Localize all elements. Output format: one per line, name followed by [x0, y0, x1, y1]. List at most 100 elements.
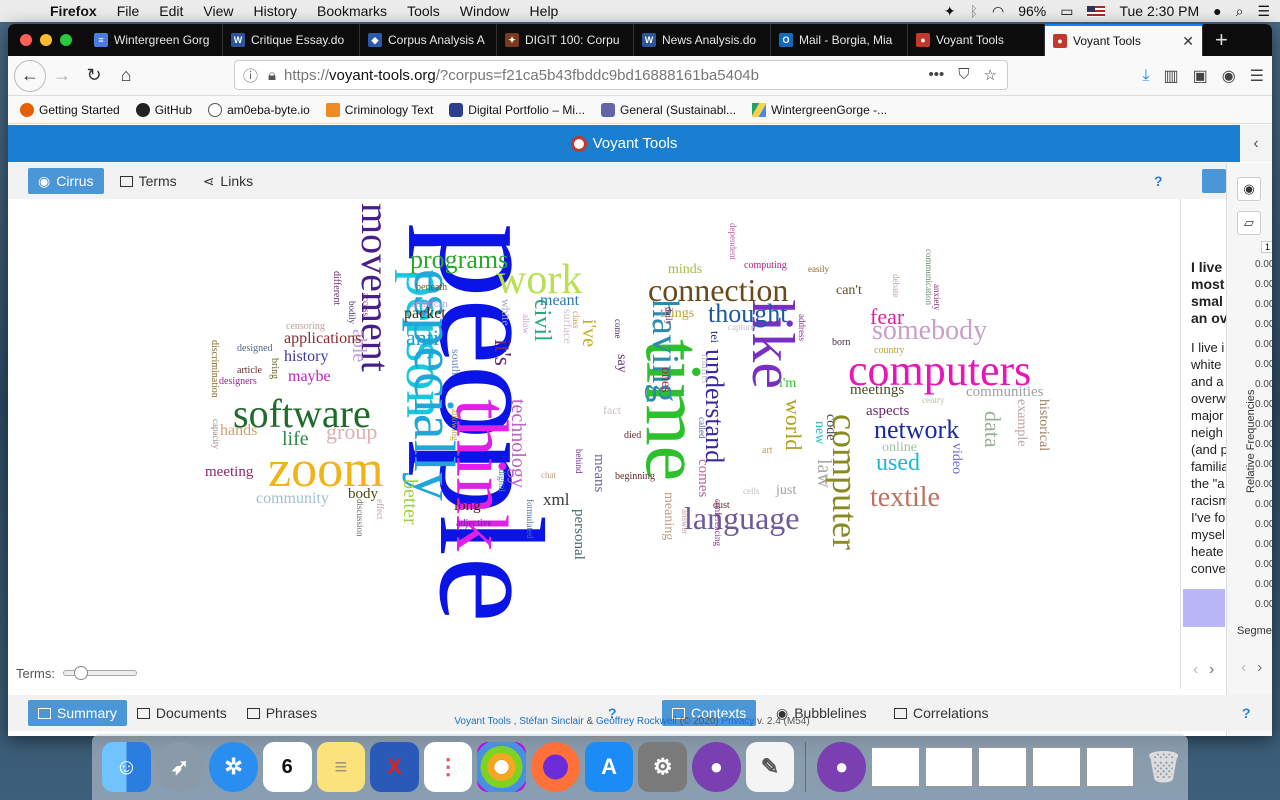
cloud-term[interactable]: textile — [870, 484, 940, 512]
page-actions-icon[interactable]: ••• — [929, 66, 945, 84]
cloud-term[interactable]: fear — [870, 306, 904, 328]
bluetooth-icon[interactable]: ᛒ — [970, 3, 978, 19]
browser-tab[interactable]: O Mail - Borgia, Mia — [771, 24, 908, 56]
url-text[interactable]: https://voyant-tools.org/?corpus=f21ca5b… — [284, 67, 759, 84]
cloud-term[interactable]: meeting — [205, 465, 253, 480]
note-icon[interactable]: ▱ — [1237, 211, 1261, 235]
help-button[interactable]: ? — [1154, 173, 1163, 189]
cloud-term[interactable]: better — [399, 479, 421, 525]
cloud-term[interactable]: american — [411, 300, 448, 310]
cloud-term[interactable]: dust — [713, 501, 730, 511]
tab-cirrus[interactable]: ◉ Cirrus — [28, 168, 104, 194]
reminders-icon[interactable]: ⋮ — [423, 742, 473, 792]
minimize-window-button[interactable] — [40, 34, 52, 46]
cloud-term[interactable]: easily — [808, 265, 829, 274]
cloud-term[interactable]: language — [684, 502, 800, 534]
minimized-window-thumbnail[interactable] — [870, 747, 920, 787]
menu-window[interactable]: Window — [450, 3, 520, 19]
cloud-term[interactable]: law — [813, 459, 835, 488]
cloud-term[interactable]: computing — [744, 261, 787, 271]
cloud-term[interactable]: minds — [668, 263, 702, 277]
footer-rockwell-link[interactable]: Geoffrey Rockwell — [596, 716, 677, 727]
cloud-term[interactable]: daily — [664, 307, 674, 325]
clock[interactable]: Tue 2:30 PM — [1119, 3, 1199, 19]
url-bar[interactable]: ⓘ 🔒︎ https://voyant-tools.org/?corpus=f2… — [234, 60, 1008, 90]
cloud-term[interactable]: matter — [699, 354, 713, 385]
minimized-window-thumbnail[interactable] — [1085, 747, 1135, 787]
cloud-term[interactable]: say — [614, 354, 629, 373]
cloud-term[interactable]: video — [949, 443, 964, 474]
cloud-term[interactable]: centry — [922, 396, 945, 405]
cloud-term[interactable]: aspects — [866, 404, 909, 419]
segment-bar[interactable] — [1183, 589, 1225, 627]
cloud-term[interactable]: online — [882, 441, 917, 455]
cloud-term[interactable]: allow — [521, 314, 531, 334]
finder-icon[interactable]: ☺ — [102, 742, 151, 792]
cloud-term[interactable]: address — [797, 314, 807, 341]
bookmark-item[interactable]: Criminology Text — [325, 102, 433, 117]
forward-button[interactable]: → — [46, 60, 78, 92]
cloud-term[interactable]: designed — [237, 344, 273, 354]
cloud-term[interactable]: long — [454, 499, 481, 514]
pocket-icon[interactable]: ⛉ — [958, 66, 969, 84]
bookmark-item[interactable]: GitHub — [135, 102, 192, 117]
cloud-term[interactable]: historical — [1036, 399, 1051, 451]
library-icon[interactable]: ▥ — [1163, 66, 1178, 86]
eye-icon[interactable]: ◉ — [1237, 177, 1261, 201]
cloud-term[interactable]: can't — [836, 284, 862, 298]
minimized-window-thumbnail[interactable] — [924, 747, 974, 787]
cloud-term[interactable]: new — [812, 421, 827, 444]
cloud-term[interactable]: fact — [603, 404, 621, 416]
menu-help[interactable]: Help — [520, 3, 569, 19]
browser-tab[interactable]: ◆ Corpus Analysis A — [360, 24, 497, 56]
menu-bookmarks[interactable]: Bookmarks — [307, 3, 397, 19]
chevron-left-icon[interactable]: ‹ — [1241, 659, 1246, 677]
bookmark-item[interactable]: Getting Started — [20, 102, 120, 117]
browser-tab-active[interactable]: ● Voyant Tools ✕ — [1045, 24, 1203, 56]
zoom-window-button[interactable] — [60, 34, 72, 46]
bookmark-item[interactable]: am0eba-byte.io — [208, 102, 310, 117]
cloud-term[interactable]: effect — [375, 499, 385, 519]
cloud-term[interactable]: beginning — [615, 472, 655, 482]
cloud-term[interactable]: come — [613, 319, 623, 339]
cloud-term[interactable]: answer — [680, 509, 690, 535]
menu-tools[interactable]: Tools — [397, 3, 450, 19]
bookmark-item[interactable]: WintergreenGorge -... — [752, 102, 887, 117]
dropbox-icon[interactable]: ✦ — [944, 3, 956, 20]
cloud-term[interactable]: world — [781, 399, 806, 450]
cloud-term[interactable]: discrimination — [209, 340, 220, 398]
cloud-term[interactable]: comes — [695, 459, 711, 497]
minimized-window-thumbnail[interactable] — [1032, 747, 1081, 787]
collapse-panel-button[interactable]: ‹ — [1240, 125, 1272, 162]
menu-app-name[interactable]: Firefox — [40, 3, 107, 19]
browser-tab[interactable]: ● Voyant Tools — [908, 24, 1045, 56]
cloud-term[interactable]: capacity — [211, 419, 221, 449]
cloud-term[interactable]: censoring — [286, 322, 325, 332]
browser-tab[interactable]: W News Analysis.do — [634, 24, 771, 56]
cloud-term[interactable]: south — [449, 349, 463, 375]
cloud-term[interactable]: bring — [269, 358, 280, 379]
footer-privacy-link[interactable]: Privacy — [721, 716, 754, 727]
cloud-term[interactable]: xml — [543, 491, 569, 508]
github-desktop-icon[interactable]: ● — [692, 742, 741, 792]
cloud-term[interactable]: discussion — [355, 499, 365, 537]
browser-tab[interactable]: ✦ DIGIT 100: Corpu — [497, 24, 634, 56]
menu-history[interactable]: History — [243, 3, 307, 19]
xquartz-icon[interactable]: X — [370, 742, 419, 792]
cloud-term[interactable]: maybe — [288, 369, 331, 385]
spotlight-icon[interactable]: ⌕ — [1236, 3, 1244, 20]
info-icon[interactable]: ⓘ — [243, 65, 258, 86]
cloud-term[interactable]: technology — [507, 399, 529, 488]
user-icon[interactable]: ● — [1213, 3, 1221, 19]
chevron-right-icon[interactable]: › — [1257, 659, 1262, 677]
cloud-term[interactable]: beneath — [416, 283, 447, 293]
cloud-term[interactable]: i've — [578, 319, 600, 347]
cloud-term[interactable]: behind — [574, 449, 584, 474]
cloud-term[interactable]: different — [331, 271, 342, 305]
chevron-right-icon[interactable]: › — [1209, 661, 1214, 679]
github-desktop-icon[interactable]: ● — [817, 742, 866, 792]
cloud-term[interactable]: class — [571, 311, 581, 329]
cloud-term[interactable]: died — [624, 431, 641, 441]
launchpad-icon[interactable]: ➶ — [155, 742, 205, 792]
wifi-icon[interactable]: ◠ — [992, 3, 1004, 20]
